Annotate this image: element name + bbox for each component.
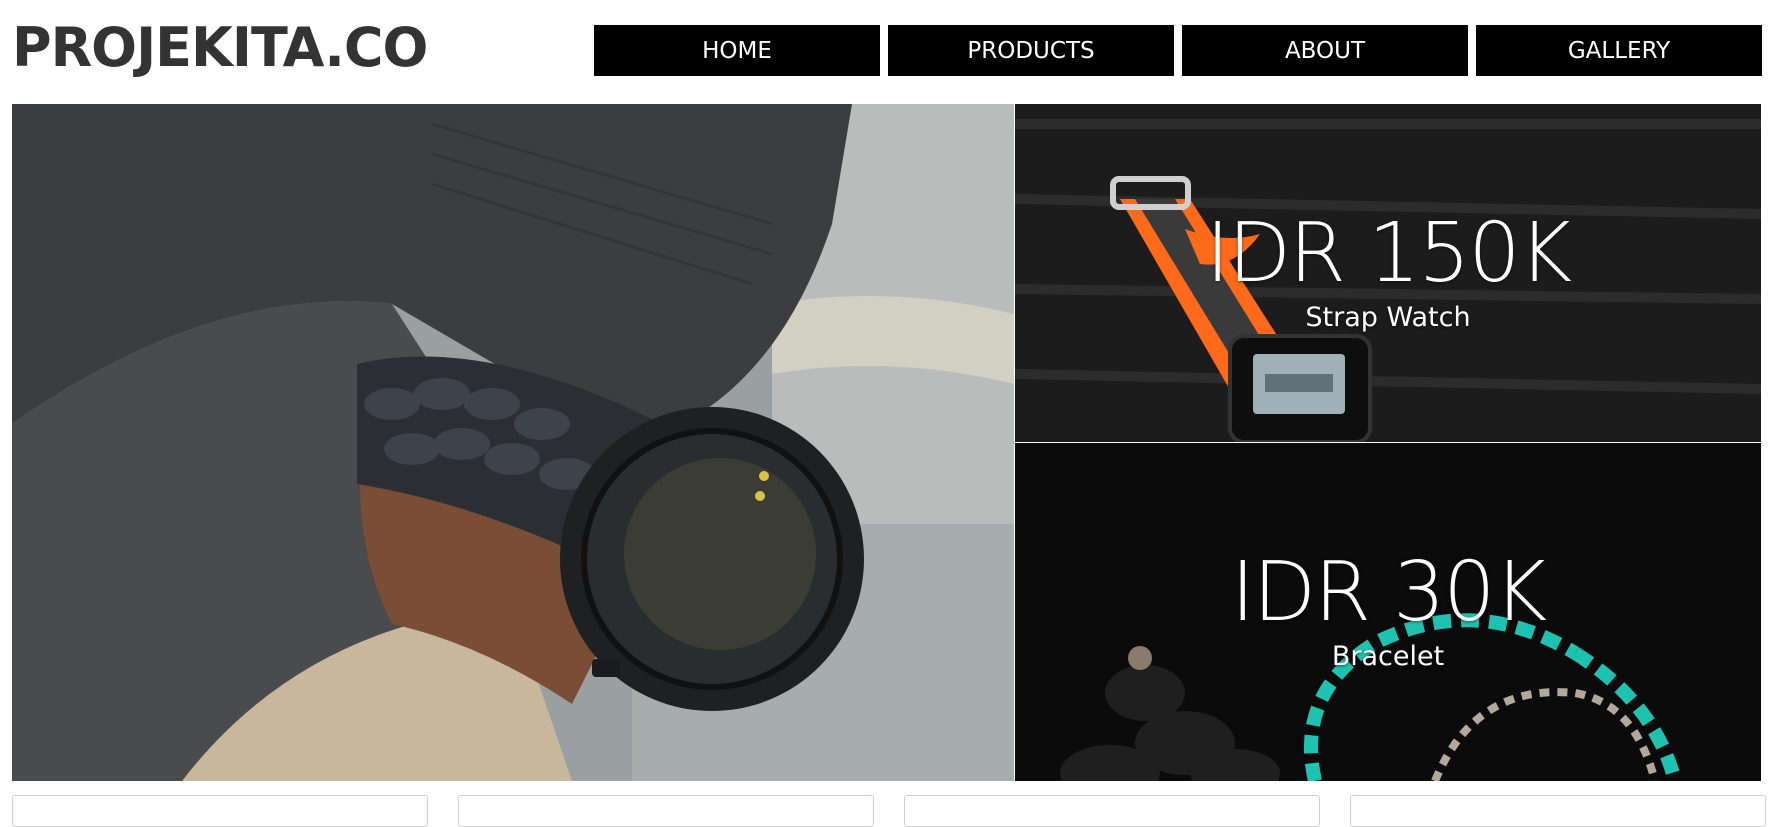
product-tile-bracelet[interactable]: IDR 30K Bracelet <box>1015 443 1761 781</box>
card-1[interactable] <box>12 795 428 827</box>
product-name: Bracelet <box>1331 641 1445 672</box>
card-3[interactable] <box>904 795 1320 827</box>
hero-image <box>12 104 1014 781</box>
wrist-watch-photo <box>12 104 1014 781</box>
nav-products[interactable]: PRODUCTS <box>888 25 1174 76</box>
card-row <box>12 795 1766 827</box>
card-4[interactable] <box>1350 795 1766 827</box>
site-logo[interactable]: PROJEKITA.CO <box>12 18 428 78</box>
main-nav: HOME PRODUCTS ABOUT GALLERY <box>594 25 1762 76</box>
nav-about[interactable]: ABOUT <box>1182 25 1468 76</box>
nav-home[interactable]: HOME <box>594 25 880 76</box>
nav-gallery[interactable]: GALLERY <box>1476 25 1762 76</box>
card-2[interactable] <box>458 795 874 827</box>
product-price: IDR 30K <box>1230 545 1547 640</box>
product-name: Strap Watch <box>1305 302 1471 333</box>
product-price: IDR 150K <box>1205 206 1573 301</box>
product-tile-strap-watch[interactable]: IDR 150K Strap Watch <box>1015 104 1761 442</box>
